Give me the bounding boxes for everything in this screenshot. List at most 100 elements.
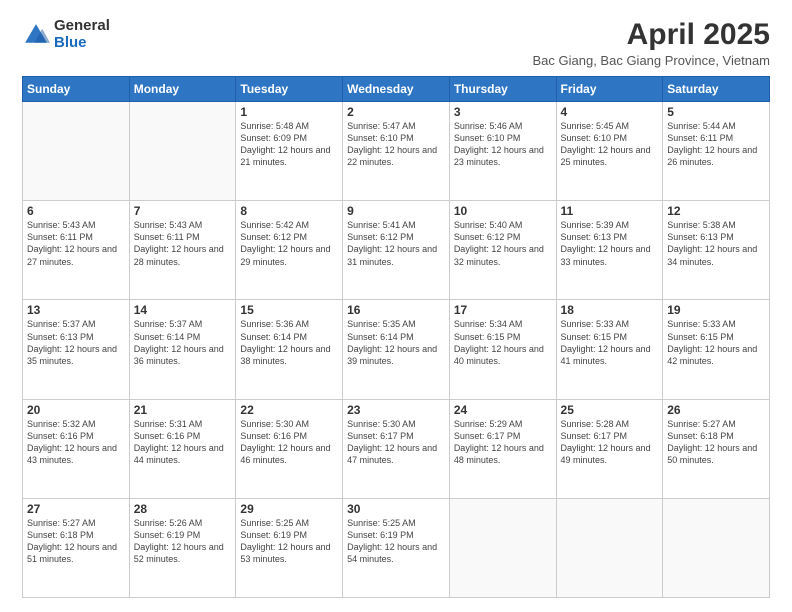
calendar-row-4: 27Sunrise: 5:27 AM Sunset: 6:18 PM Dayli… — [23, 498, 770, 597]
table-row: 11Sunrise: 5:39 AM Sunset: 6:13 PM Dayli… — [556, 201, 663, 300]
calendar-row-0: 1Sunrise: 5:48 AM Sunset: 6:09 PM Daylig… — [23, 102, 770, 201]
table-row: 22Sunrise: 5:30 AM Sunset: 6:16 PM Dayli… — [236, 399, 343, 498]
day-number: 9 — [347, 204, 445, 218]
day-number: 7 — [134, 204, 232, 218]
logo-general-label: General — [54, 18, 110, 35]
table-row: 6Sunrise: 5:43 AM Sunset: 6:11 PM Daylig… — [23, 201, 130, 300]
logo-icon — [22, 21, 50, 49]
day-number: 8 — [240, 204, 338, 218]
col-sunday: Sunday — [23, 77, 130, 102]
day-info: Sunrise: 5:44 AM Sunset: 6:11 PM Dayligh… — [667, 120, 765, 169]
day-info: Sunrise: 5:37 AM Sunset: 6:13 PM Dayligh… — [27, 318, 125, 367]
day-number: 26 — [667, 403, 765, 417]
table-row — [23, 102, 130, 201]
day-number: 20 — [27, 403, 125, 417]
col-saturday: Saturday — [663, 77, 770, 102]
table-row: 24Sunrise: 5:29 AM Sunset: 6:17 PM Dayli… — [449, 399, 556, 498]
day-number: 3 — [454, 105, 552, 119]
title-block: April 2025 Bac Giang, Bac Giang Province… — [533, 18, 771, 68]
header: General Blue April 2025 Bac Giang, Bac G… — [22, 18, 770, 68]
table-row — [556, 498, 663, 597]
day-number: 17 — [454, 303, 552, 317]
day-info: Sunrise: 5:43 AM Sunset: 6:11 PM Dayligh… — [134, 219, 232, 268]
day-info: Sunrise: 5:43 AM Sunset: 6:11 PM Dayligh… — [27, 219, 125, 268]
table-row: 28Sunrise: 5:26 AM Sunset: 6:19 PM Dayli… — [129, 498, 236, 597]
table-row: 18Sunrise: 5:33 AM Sunset: 6:15 PM Dayli… — [556, 300, 663, 399]
logo-text: General Blue — [54, 18, 110, 51]
day-info: Sunrise: 5:25 AM Sunset: 6:19 PM Dayligh… — [347, 517, 445, 566]
day-info: Sunrise: 5:25 AM Sunset: 6:19 PM Dayligh… — [240, 517, 338, 566]
day-number: 25 — [561, 403, 659, 417]
calendar-header-row: Sunday Monday Tuesday Wednesday Thursday… — [23, 77, 770, 102]
day-number: 12 — [667, 204, 765, 218]
table-row: 10Sunrise: 5:40 AM Sunset: 6:12 PM Dayli… — [449, 201, 556, 300]
day-info: Sunrise: 5:26 AM Sunset: 6:19 PM Dayligh… — [134, 517, 232, 566]
day-number: 4 — [561, 105, 659, 119]
col-thursday: Thursday — [449, 77, 556, 102]
day-info: Sunrise: 5:27 AM Sunset: 6:18 PM Dayligh… — [667, 418, 765, 467]
day-number: 27 — [27, 502, 125, 516]
day-info: Sunrise: 5:38 AM Sunset: 6:13 PM Dayligh… — [667, 219, 765, 268]
day-info: Sunrise: 5:29 AM Sunset: 6:17 PM Dayligh… — [454, 418, 552, 467]
page: General Blue April 2025 Bac Giang, Bac G… — [0, 0, 792, 612]
day-info: Sunrise: 5:48 AM Sunset: 6:09 PM Dayligh… — [240, 120, 338, 169]
day-number: 29 — [240, 502, 338, 516]
table-row: 20Sunrise: 5:32 AM Sunset: 6:16 PM Dayli… — [23, 399, 130, 498]
day-info: Sunrise: 5:41 AM Sunset: 6:12 PM Dayligh… — [347, 219, 445, 268]
table-row: 29Sunrise: 5:25 AM Sunset: 6:19 PM Dayli… — [236, 498, 343, 597]
day-number: 21 — [134, 403, 232, 417]
day-number: 16 — [347, 303, 445, 317]
day-info: Sunrise: 5:42 AM Sunset: 6:12 PM Dayligh… — [240, 219, 338, 268]
table-row: 26Sunrise: 5:27 AM Sunset: 6:18 PM Dayli… — [663, 399, 770, 498]
day-number: 18 — [561, 303, 659, 317]
col-tuesday: Tuesday — [236, 77, 343, 102]
day-info: Sunrise: 5:35 AM Sunset: 6:14 PM Dayligh… — [347, 318, 445, 367]
day-number: 2 — [347, 105, 445, 119]
day-number: 10 — [454, 204, 552, 218]
day-number: 15 — [240, 303, 338, 317]
table-row: 14Sunrise: 5:37 AM Sunset: 6:14 PM Dayli… — [129, 300, 236, 399]
day-info: Sunrise: 5:32 AM Sunset: 6:16 PM Dayligh… — [27, 418, 125, 467]
day-info: Sunrise: 5:30 AM Sunset: 6:16 PM Dayligh… — [240, 418, 338, 467]
day-info: Sunrise: 5:33 AM Sunset: 6:15 PM Dayligh… — [561, 318, 659, 367]
day-number: 5 — [667, 105, 765, 119]
day-info: Sunrise: 5:27 AM Sunset: 6:18 PM Dayligh… — [27, 517, 125, 566]
day-number: 19 — [667, 303, 765, 317]
col-wednesday: Wednesday — [343, 77, 450, 102]
table-row — [129, 102, 236, 201]
calendar-row-2: 13Sunrise: 5:37 AM Sunset: 6:13 PM Dayli… — [23, 300, 770, 399]
day-info: Sunrise: 5:45 AM Sunset: 6:10 PM Dayligh… — [561, 120, 659, 169]
table-row: 21Sunrise: 5:31 AM Sunset: 6:16 PM Dayli… — [129, 399, 236, 498]
table-row: 5Sunrise: 5:44 AM Sunset: 6:11 PM Daylig… — [663, 102, 770, 201]
day-info: Sunrise: 5:40 AM Sunset: 6:12 PM Dayligh… — [454, 219, 552, 268]
table-row: 7Sunrise: 5:43 AM Sunset: 6:11 PM Daylig… — [129, 201, 236, 300]
day-info: Sunrise: 5:28 AM Sunset: 6:17 PM Dayligh… — [561, 418, 659, 467]
day-number: 14 — [134, 303, 232, 317]
day-number: 23 — [347, 403, 445, 417]
table-row: 9Sunrise: 5:41 AM Sunset: 6:12 PM Daylig… — [343, 201, 450, 300]
main-title: April 2025 — [533, 18, 771, 51]
day-info: Sunrise: 5:34 AM Sunset: 6:15 PM Dayligh… — [454, 318, 552, 367]
day-info: Sunrise: 5:46 AM Sunset: 6:10 PM Dayligh… — [454, 120, 552, 169]
day-number: 6 — [27, 204, 125, 218]
day-number: 1 — [240, 105, 338, 119]
day-info: Sunrise: 5:47 AM Sunset: 6:10 PM Dayligh… — [347, 120, 445, 169]
table-row: 25Sunrise: 5:28 AM Sunset: 6:17 PM Dayli… — [556, 399, 663, 498]
day-number: 24 — [454, 403, 552, 417]
calendar-row-1: 6Sunrise: 5:43 AM Sunset: 6:11 PM Daylig… — [23, 201, 770, 300]
table-row: 12Sunrise: 5:38 AM Sunset: 6:13 PM Dayli… — [663, 201, 770, 300]
table-row: 23Sunrise: 5:30 AM Sunset: 6:17 PM Dayli… — [343, 399, 450, 498]
day-info: Sunrise: 5:39 AM Sunset: 6:13 PM Dayligh… — [561, 219, 659, 268]
table-row — [663, 498, 770, 597]
table-row: 13Sunrise: 5:37 AM Sunset: 6:13 PM Dayli… — [23, 300, 130, 399]
day-info: Sunrise: 5:37 AM Sunset: 6:14 PM Dayligh… — [134, 318, 232, 367]
table-row: 30Sunrise: 5:25 AM Sunset: 6:19 PM Dayli… — [343, 498, 450, 597]
day-info: Sunrise: 5:30 AM Sunset: 6:17 PM Dayligh… — [347, 418, 445, 467]
table-row: 3Sunrise: 5:46 AM Sunset: 6:10 PM Daylig… — [449, 102, 556, 201]
logo-blue-label: Blue — [54, 35, 110, 52]
table-row: 8Sunrise: 5:42 AM Sunset: 6:12 PM Daylig… — [236, 201, 343, 300]
table-row: 16Sunrise: 5:35 AM Sunset: 6:14 PM Dayli… — [343, 300, 450, 399]
day-number: 28 — [134, 502, 232, 516]
day-number: 22 — [240, 403, 338, 417]
day-number: 30 — [347, 502, 445, 516]
